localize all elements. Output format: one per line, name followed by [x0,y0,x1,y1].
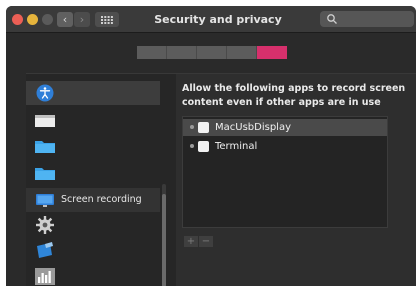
app-name: MacUsbDisplay [215,122,291,133]
sidebar-item-settings[interactable] [26,213,160,237]
privacy-panel: Screen recording Allow the following app… [26,73,416,286]
xcode-tools-icon [37,242,53,258]
sidebar-item-files[interactable] [26,109,160,133]
app-name: Terminal [215,141,258,152]
permission-checkbox[interactable] [198,122,209,133]
sidebar-item-label: Screen recording [61,194,142,205]
show-all-button[interactable] [95,12,119,27]
bullet-icon [190,125,194,129]
tab-2[interactable] [167,46,197,59]
search-input[interactable] [340,12,410,26]
zoom-window-button[interactable] [42,14,53,25]
bullet-icon [190,144,194,148]
sidebar-item-analytics[interactable] [26,264,160,286]
forward-button[interactable]: › [74,12,90,27]
permission-description: Allow the following apps to record scree… [182,83,406,108]
activity-chart-icon [35,268,55,285]
folder-icon [35,168,55,180]
sidebar-item-folder-b[interactable] [26,161,160,185]
tab-bar [137,46,287,59]
search-field[interactable] [320,11,414,27]
tab-4[interactable] [227,46,257,59]
remove-app-button[interactable]: − [199,236,213,247]
screen-recording-pane: Allow the following apps to record scree… [176,74,416,286]
gear-icon [36,216,54,234]
blank-document-icon [35,115,55,127]
sidebar-item-folder-a[interactable] [26,134,160,158]
folder-icon [35,141,55,153]
add-app-button[interactable]: + [184,236,198,247]
close-window-button[interactable] [12,14,23,25]
app-list: MacUsbDisplay Terminal [182,116,388,228]
list-item[interactable]: MacUsbDisplay [183,119,387,136]
tab-privacy[interactable] [257,46,287,59]
preferences-window: ‹ › Security and privacy Screen recordin… [6,6,416,286]
list-item[interactable]: Terminal [183,138,387,155]
sidebar-item-screen-recording[interactable]: Screen recording [26,188,160,212]
accessibility-icon [36,84,54,102]
sidebar-item-accessibility[interactable] [26,81,160,105]
privacy-category-sidebar: Screen recording [26,74,160,286]
permission-checkbox[interactable] [198,141,209,152]
back-button[interactable]: ‹ [57,12,73,27]
title-bar: ‹ › Security and privacy [6,6,416,33]
tab-3[interactable] [197,46,227,59]
sidebar-item-developer-tools[interactable] [26,238,160,262]
display-icon [36,194,54,207]
sidebar-scrollbar-thumb[interactable] [162,194,166,286]
minimize-window-button[interactable] [27,14,38,25]
tab-1[interactable] [137,46,167,59]
search-icon [327,14,337,24]
add-remove-controls: + − [184,236,213,247]
grid-icon [101,15,113,24]
window-title: Security and privacy [154,13,282,26]
